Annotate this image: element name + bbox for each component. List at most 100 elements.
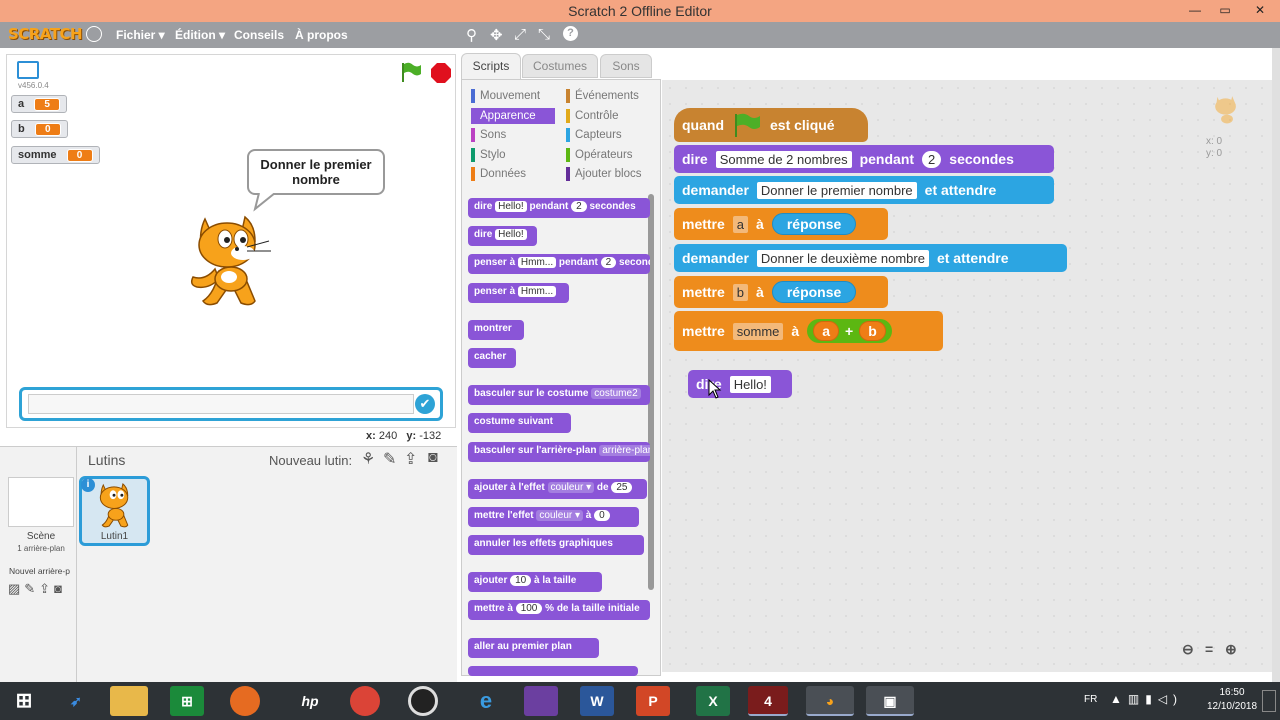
bubble-tail (253, 193, 276, 212)
block-basculer-costume[interactable]: basculer sur le costume costume2 (468, 385, 650, 405)
script-scrollbar[interactable] (1272, 48, 1280, 682)
close-button[interactable]: ✕ (1240, 0, 1280, 22)
block-premier-plan[interactable]: aller au premier plan (468, 638, 599, 658)
block-dire[interactable]: dire Hello! (468, 226, 537, 246)
notification-icon[interactable] (1262, 690, 1276, 712)
recorder-icon[interactable]: ▣ (866, 686, 914, 716)
duplicate-icon[interactable]: ⚲ (466, 26, 477, 44)
sprite-tile-lutin1[interactable]: i Lutin1 (79, 476, 150, 546)
shrink-icon[interactable]: ⤡ (538, 26, 550, 43)
photos-icon[interactable] (524, 686, 558, 716)
store-icon[interactable]: ⊞ (170, 686, 204, 716)
help-icon[interactable]: ? (563, 26, 578, 41)
chrome-icon[interactable] (350, 686, 380, 716)
clock-date: 12/10/2018 (1206, 701, 1258, 712)
block-basculer-arriere-plan[interactable]: basculer sur l'arrière-plan arrière-plan… (468, 442, 650, 462)
title-bar: Scratch 2 Offline Editor — ▭ ✕ (0, 0, 1280, 22)
category-mouvement[interactable]: Mouvement (471, 88, 540, 104)
app-rocket-icon[interactable]: ➶ (56, 686, 96, 716)
edge-ie-icon[interactable]: e (466, 686, 506, 716)
backdrop-icons[interactable]: ▨✎⇪◙ (8, 581, 66, 597)
script-area[interactable]: x: 0 y: 0 quand est cliqué dire Somme de … (662, 80, 1275, 672)
monitor-label: somme (18, 149, 57, 161)
media-icon[interactable] (408, 686, 438, 716)
zoom-out-icon[interactable]: ⊖ (1182, 641, 1194, 658)
sprite-library-icon[interactable]: ⚘ (361, 449, 375, 469)
category-ajouter-blocs[interactable]: Ajouter blocs (566, 166, 641, 182)
menu-fichier[interactable]: Fichier ▾ (116, 28, 165, 42)
stage-thumbnail[interactable] (8, 477, 74, 527)
operator-add[interactable]: a + b (807, 319, 892, 343)
block-mettre-a[interactable]: mettre a à réponse (674, 208, 888, 240)
monitor-a: a5 (11, 95, 68, 113)
excel-icon[interactable]: X (696, 686, 730, 716)
block-palette: Mouvement Événements Apparence Contrôle … (461, 79, 661, 676)
sprites-title: Lutins (88, 452, 126, 468)
block-penser-pendant[interactable]: penser à Hmm... pendant 2 secondes (468, 254, 650, 274)
powerpoint-icon[interactable]: P (636, 686, 670, 716)
category-donnees[interactable]: Données (471, 166, 526, 182)
upload-icon[interactable]: ⇪ (404, 449, 417, 469)
block-dire-pendant[interactable]: dire Somme de 2 nombres pendant 2 secondes (674, 145, 1054, 173)
grow-icon[interactable]: ⤢ (514, 26, 526, 43)
block-when-flag-clicked[interactable]: quand est cliqué (674, 108, 868, 142)
block-demander-1[interactable]: demander Donner le premier nombre et atten… (674, 176, 1054, 204)
block-ajouter-taille[interactable]: ajouter 10 à la taille (468, 572, 602, 592)
block-ajouter-effet[interactable]: ajouter à l'effet couleur ▾ de 25 (468, 479, 647, 499)
zoom-in-icon[interactable]: ⊕ (1225, 641, 1237, 658)
file-explorer-icon[interactable] (110, 686, 148, 716)
mouse-cursor (708, 379, 722, 399)
menu-conseils[interactable]: Conseils (234, 28, 284, 42)
block-costume-suivant[interactable]: costume suivant (468, 413, 571, 433)
block-mettre-effet[interactable]: mettre l'effet couleur ▾ à 0 (468, 507, 639, 527)
answer-input[interactable] (28, 394, 414, 414)
category-sons[interactable]: Sons (471, 127, 506, 143)
category-stylo[interactable]: Stylo (471, 147, 506, 163)
minimize-button[interactable]: — (1180, 0, 1210, 22)
globe-icon[interactable] (86, 26, 102, 42)
tab-scripts[interactable]: Scripts (461, 53, 521, 79)
fullscreen-icon[interactable] (17, 61, 39, 79)
menu-edition[interactable]: Édition ▾ (175, 28, 225, 42)
block-demander-2[interactable]: demander Donner le deuxième nombre et atte… (674, 244, 1067, 272)
scratch-taskbar-icon[interactable]: ◕ (806, 686, 854, 716)
block-annuler-effets[interactable]: annuler les effets graphiques (468, 535, 644, 555)
hp-icon[interactable]: hp (290, 686, 330, 716)
check-icon[interactable]: ✔ (415, 394, 435, 414)
cat-sprite[interactable] (185, 211, 277, 309)
paint-icon[interactable]: ✎ (383, 449, 396, 469)
block-montrer[interactable]: montrer (468, 320, 524, 340)
stop-icon[interactable] (430, 62, 452, 84)
category-controle[interactable]: Contrôle (566, 108, 618, 124)
firefox-icon[interactable] (230, 686, 260, 716)
x-value: 240 (378, 430, 398, 442)
answer-box: ✔ (19, 387, 443, 421)
category-apparence[interactable]: Apparence (471, 108, 555, 124)
zoom-reset-icon[interactable]: = (1205, 641, 1213, 657)
category-operateurs[interactable]: Opérateurs (566, 147, 633, 163)
scratch-logo[interactable]: SCRATCH (8, 25, 83, 43)
tab-sons[interactable]: Sons (600, 54, 652, 78)
camera-icon[interactable]: ◙ (428, 449, 438, 467)
green-flag-icon[interactable] (399, 61, 423, 83)
app-4-icon[interactable]: 4 (748, 686, 788, 716)
block-partial[interactable] (468, 666, 638, 676)
word-icon[interactable]: W (580, 686, 614, 716)
block-dire-pendant[interactable]: dire Hello! pendant 2 secondes (468, 198, 650, 218)
delete-icon[interactable]: ✥ (490, 26, 503, 44)
block-mettre-taille[interactable]: mettre à 100 % de la taille initiale (468, 600, 650, 620)
block-penser[interactable]: penser à Hmm... (468, 283, 569, 303)
language-indicator[interactable]: FR (1084, 694, 1097, 705)
block-mettre-somme[interactable]: mettre somme à a + b (674, 311, 943, 351)
tab-costumes[interactable]: Costumes (522, 54, 598, 78)
block-dire-loose[interactable]: direHello! (688, 370, 792, 398)
windows-start-icon[interactable]: ⊞ (4, 686, 44, 716)
menu-a-propos[interactable]: À propos (295, 28, 348, 42)
block-cacher[interactable]: cacher (468, 348, 516, 368)
block-mettre-b[interactable]: mettre b à réponse (674, 276, 888, 308)
tray-icons[interactable]: ▲▥▮◁) (1110, 692, 1183, 706)
category-capteurs[interactable]: Capteurs (566, 127, 622, 143)
category-evenements[interactable]: Événements (566, 88, 639, 104)
window-title: Scratch 2 Offline Editor (568, 3, 712, 19)
maximize-button[interactable]: ▭ (1210, 0, 1240, 22)
